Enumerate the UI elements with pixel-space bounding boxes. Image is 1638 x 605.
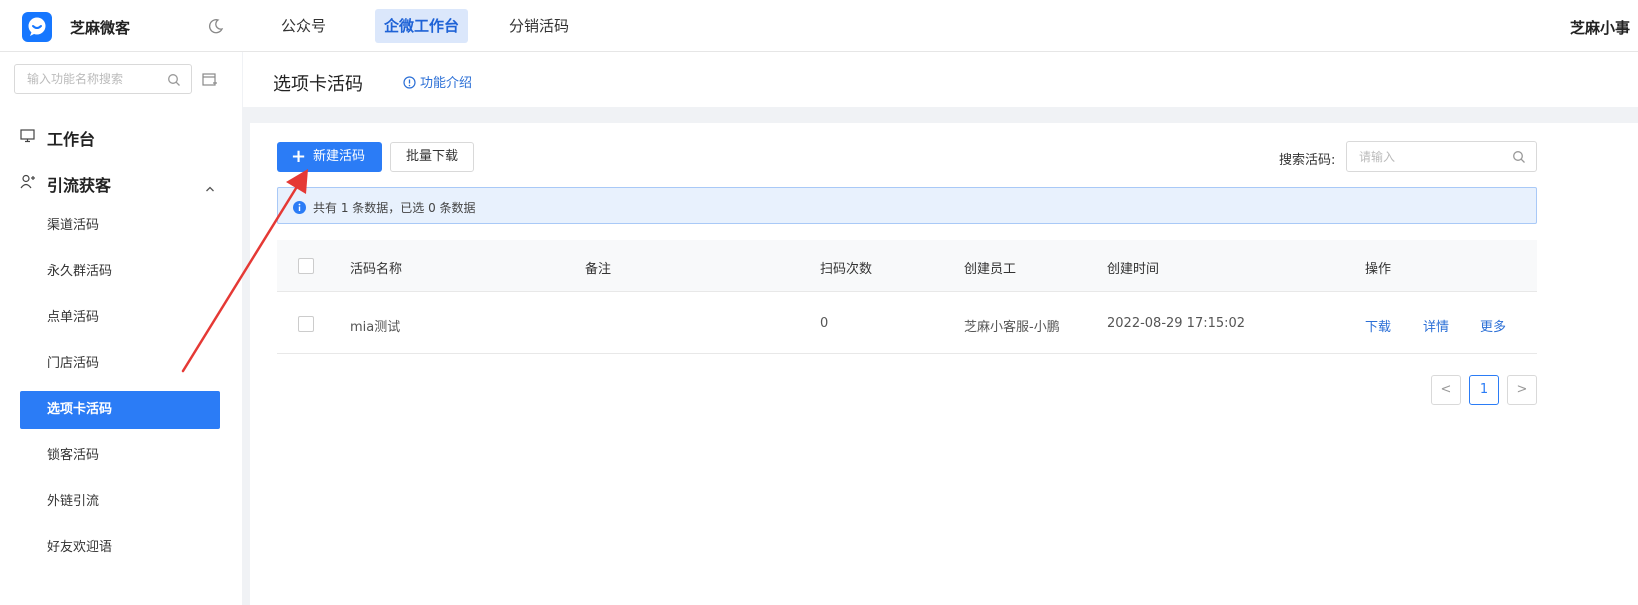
code-search-input[interactable] [1357,142,1511,171]
sidebar: 工作台 引流获客 渠道活码 永久群活码 点单活码 门店活码 选项卡活码 锁客活码… [0,52,242,605]
search-label: 搜索活码: [1279,153,1336,168]
cell-created: 2022-08-29 17:15:02 [1107,316,1246,331]
sidebar-search[interactable] [14,64,192,94]
cell-scans: 0 [820,316,829,331]
page-title: 选项卡活码 [273,74,363,95]
sidebar-section-workbench[interactable]: 工作台 [20,126,220,150]
user-name[interactable]: 芝麻小事 [1570,17,1638,38]
cell-staff: 芝麻小客服-小鹏 [964,320,1060,335]
table-row[interactable]: mia测试 0 芝麻小客服-小鹏 2022-08-29 17:15:02 下载 … [277,292,1537,354]
app-logo[interactable] [22,12,52,42]
new-code-label: 新建活码 [313,149,366,164]
content-card: + 新建活码 批量下载 搜索活码: 共有 1 条数据，已选 0 条数据 活码名称… [250,123,1638,605]
brand-name: 芝麻微客 [70,19,131,37]
sidebar-section-label: 引流获客 [47,176,112,195]
column-header-staff: 创建员工 [964,262,1017,277]
prev-page-button[interactable]: < [1431,375,1461,405]
sidebar-item-store-code[interactable]: 门店活码 [20,345,220,383]
chevron-up-icon[interactable] [205,178,215,197]
monitor-icon [20,128,35,147]
new-code-button[interactable]: + 新建活码 [277,142,382,172]
sidebar-item-lock-customer-code[interactable]: 锁客活码 [20,437,220,475]
nav-tab-distribution-code[interactable]: 分销活码 [500,9,578,43]
next-page-button[interactable]: > [1507,375,1537,405]
cell-name: mia测试 [350,320,401,335]
nav-tab-official-account[interactable]: 公众号 [272,9,335,43]
nav-tab-wecom-workbench[interactable]: 企微工作台 [375,9,469,43]
more-link[interactable]: 更多 [1480,316,1506,335]
code-search-box[interactable] [1346,141,1537,172]
plus-icon: + [291,146,307,167]
select-all-checkbox[interactable] [298,258,314,274]
column-header-created: 创建时间 [1107,262,1160,277]
menu-collapse-icon[interactable] [202,72,218,91]
sidebar-section-lead-generation[interactable]: 引流获客 [20,172,220,196]
download-link[interactable]: 下载 [1365,316,1391,335]
column-header-remark: 备注 [585,262,612,277]
column-header-actions: 操作 [1365,262,1392,277]
feature-intro-link[interactable]: 功能介绍 [403,72,472,91]
page-header: 选项卡活码 功能介绍 [243,52,1638,107]
search-icon[interactable] [1512,149,1526,168]
batch-download-button[interactable]: 批量下载 [390,142,474,172]
column-header-scans: 扫码次数 [820,262,873,277]
row-checkbox[interactable] [298,316,314,332]
sidebar-item-welcome-message[interactable]: 好友欢迎语 [20,529,220,567]
dark-mode-moon-icon[interactable] [208,18,224,38]
sidebar-item-external-link[interactable]: 外链引流 [20,483,220,521]
sidebar-section-label: 工作台 [47,130,96,149]
selection-info-text: 共有 1 条数据，已选 0 条数据 [313,201,476,215]
sidebar-search-input[interactable] [25,65,169,93]
top-bar: 芝麻微客 公众号 企微工作台 分销活码 芝麻小事 [0,0,1638,52]
page-number-button[interactable]: 1 [1469,375,1499,405]
feature-intro-label: 功能介绍 [420,76,473,91]
user-add-icon [20,174,35,193]
column-header-name: 活码名称 [350,262,403,277]
table-header: 活码名称 备注 扫码次数 创建员工 创建时间 操作 [277,240,1537,292]
sidebar-item-order-code[interactable]: 点单活码 [20,299,220,337]
info-icon [293,199,306,218]
sidebar-item-channel-code[interactable]: 渠道活码 [20,207,220,245]
details-link[interactable]: 详情 [1423,316,1449,335]
selection-info-alert: 共有 1 条数据，已选 0 条数据 [277,187,1537,224]
sidebar-item-permanent-group-code[interactable]: 永久群活码 [20,253,220,291]
search-icon[interactable] [167,72,181,91]
sidebar-item-tab-code[interactable]: 选项卡活码 [20,391,220,429]
